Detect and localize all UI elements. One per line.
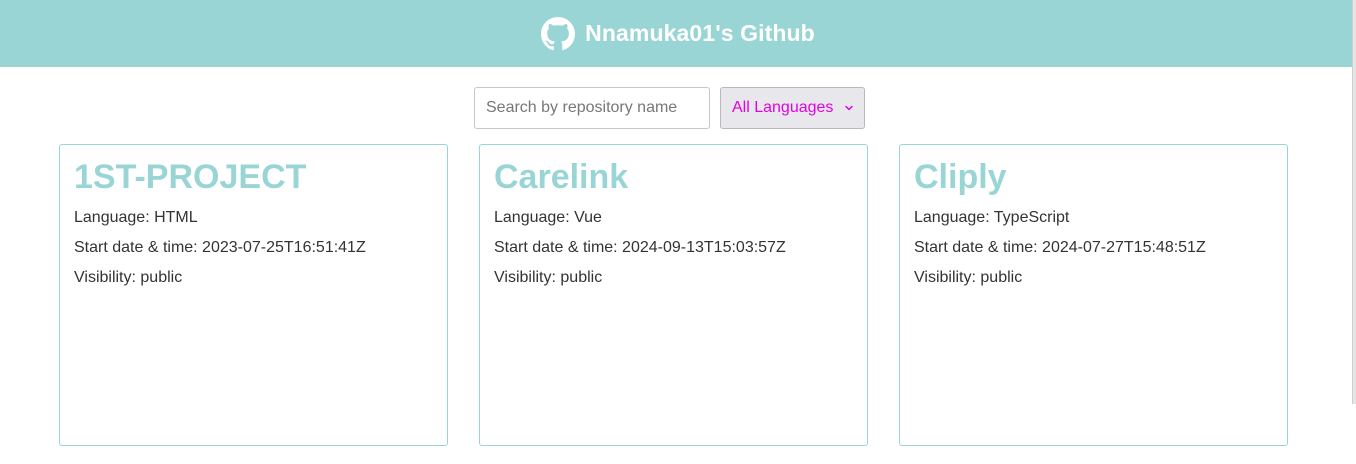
chevron-down-icon xyxy=(844,103,854,113)
repo-start-date: Start date & time: 2024-09-13T15:03:57Z xyxy=(494,239,786,256)
filter-controls: All Languages xyxy=(474,87,865,129)
search-input[interactable] xyxy=(474,87,710,129)
repo-card[interactable]: Carelink Language: Vue Start date & time… xyxy=(479,144,868,446)
repo-visibility: Visibility: public xyxy=(494,269,603,286)
repo-name: 1ST-PROJECT xyxy=(74,158,307,196)
repo-visibility: Visibility: public xyxy=(914,269,1023,286)
language-select[interactable]: All Languages xyxy=(720,87,865,129)
repo-card[interactable]: 1ST-PROJECT Language: HTML Start date & … xyxy=(59,144,448,446)
repo-start-date: Start date & time: 2024-07-27T15:48:51Z xyxy=(914,239,1206,256)
app-header: Nnamuka01's Github xyxy=(0,0,1356,67)
repo-list: 1ST-PROJECT Language: HTML Start date & … xyxy=(59,144,1288,446)
page: Nnamuka01's Github All Languages 1ST-PRO… xyxy=(0,0,1356,464)
repo-name: Carelink xyxy=(494,158,629,196)
repo-language: Language: HTML xyxy=(74,209,198,226)
page-title: Nnamuka01's Github xyxy=(585,20,815,46)
repo-language: Language: TypeScript xyxy=(914,209,1070,226)
language-select-value: All Languages xyxy=(732,99,834,116)
repo-name: Cliply xyxy=(914,158,1007,196)
github-icon xyxy=(541,16,576,51)
repo-language: Language: Vue xyxy=(494,209,602,226)
repo-visibility: Visibility: public xyxy=(74,269,183,286)
repo-start-date: Start date & time: 2023-07-25T16:51:41Z xyxy=(74,239,366,256)
scrollbar[interactable] xyxy=(1352,0,1356,404)
repo-card[interactable]: Cliply Language: TypeScript Start date &… xyxy=(899,144,1288,446)
